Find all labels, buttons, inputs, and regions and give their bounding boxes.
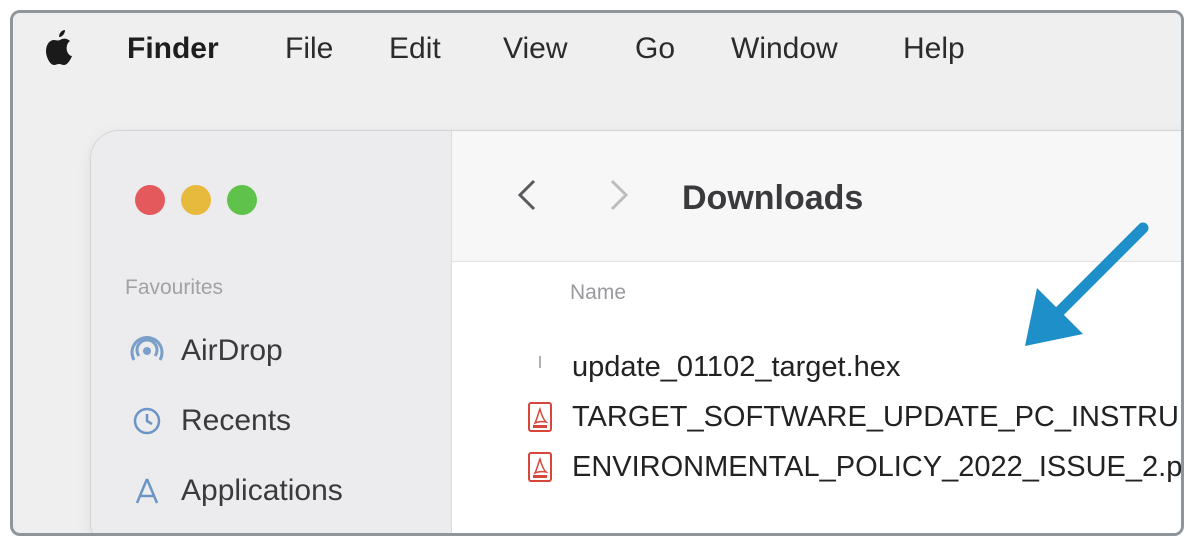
pdf-icon bbox=[522, 399, 558, 435]
sidebar-item-applications[interactable]: Applications bbox=[129, 471, 343, 511]
clock-icon bbox=[129, 403, 165, 439]
pdf-icon bbox=[522, 449, 558, 485]
apple-logo-icon[interactable] bbox=[45, 27, 75, 67]
file-name: TARGET_SOFTWARE_UPDATE_PC_INSTRU bbox=[572, 400, 1179, 433]
file-name: update_01102_target.hex bbox=[572, 350, 901, 383]
file-row[interactable]: update_01102_target.hex bbox=[522, 347, 900, 387]
menu-help[interactable]: Help bbox=[903, 31, 965, 67]
sidebar: Favourites AirDrop Recents Applications bbox=[91, 131, 451, 533]
column-header-name[interactable]: Name bbox=[570, 281, 626, 305]
menu-view[interactable]: View bbox=[503, 31, 567, 67]
sidebar-item-label: Recents bbox=[181, 404, 292, 437]
menu-edit[interactable]: Edit bbox=[389, 31, 441, 67]
sidebar-item-label: AirDrop bbox=[181, 334, 283, 367]
minimize-window-button[interactable] bbox=[181, 185, 211, 215]
zoom-window-button[interactable] bbox=[227, 185, 257, 215]
close-window-button[interactable] bbox=[135, 185, 165, 215]
menu-bar: Finder File Edit View Go Window Help bbox=[13, 13, 1181, 83]
screenshot-frame: Finder File Edit View Go Window Help Fav… bbox=[10, 10, 1184, 536]
menu-finder[interactable]: Finder bbox=[127, 31, 219, 67]
chevron-left-icon[interactable] bbox=[512, 175, 542, 215]
file-row[interactable]: TARGET_SOFTWARE_UPDATE_PC_INSTRU bbox=[522, 397, 1179, 437]
sidebar-item-recents[interactable]: Recents bbox=[129, 401, 291, 441]
generic-file-icon bbox=[522, 349, 558, 385]
sidebar-heading-favourites: Favourites bbox=[125, 276, 224, 299]
file-row[interactable]: ENVIRONMENTAL_POLICY_2022_ISSUE_2.p bbox=[522, 447, 1183, 487]
folder-title: Downloads bbox=[682, 179, 864, 217]
airdrop-icon bbox=[129, 333, 165, 369]
menu-go[interactable]: Go bbox=[635, 31, 675, 67]
sidebar-item-airdrop[interactable]: AirDrop bbox=[129, 331, 283, 371]
annotation-arrow-icon bbox=[1025, 222, 1149, 346]
sidebar-item-label: Applications bbox=[181, 474, 343, 507]
chevron-right-icon[interactable] bbox=[604, 175, 634, 215]
file-name: ENVIRONMENTAL_POLICY_2022_ISSUE_2.p bbox=[572, 450, 1183, 483]
menu-window[interactable]: Window bbox=[731, 31, 838, 67]
menu-file[interactable]: File bbox=[285, 31, 333, 67]
applications-icon bbox=[129, 473, 165, 509]
